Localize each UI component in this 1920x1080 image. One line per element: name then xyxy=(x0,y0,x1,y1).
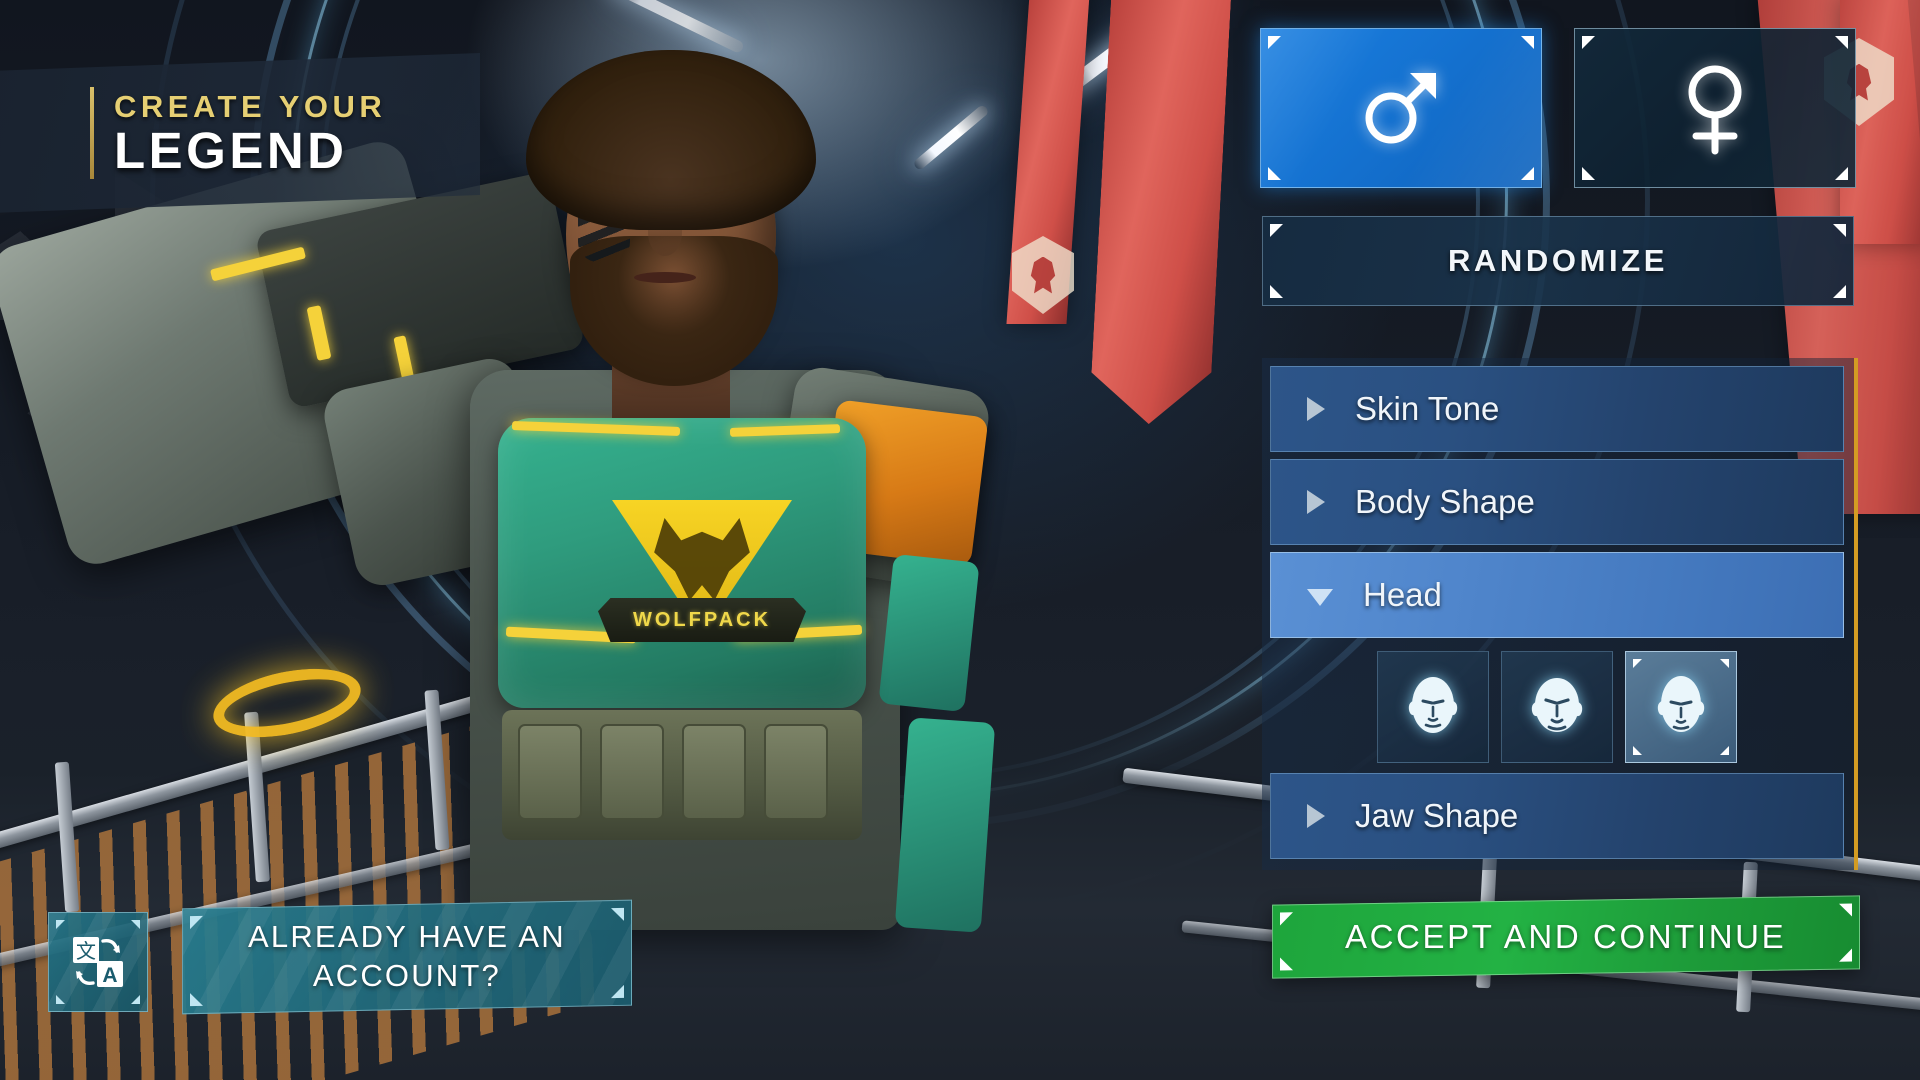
already-have-account-label: ALREADY HAVE AN ACCOUNT? xyxy=(248,918,566,996)
accept-and-continue-label: ACCEPT AND CONTINUE xyxy=(1345,918,1787,955)
page-title-banner: CREATE YOUR LEGEND xyxy=(0,53,480,213)
randomize-label: RANDOMIZE xyxy=(1447,243,1669,278)
language-translate-icon: 文 A xyxy=(73,937,123,987)
gender-option-male[interactable] xyxy=(1260,28,1542,188)
character-hair xyxy=(526,50,816,230)
svg-text:文: 文 xyxy=(76,939,96,963)
triangle-right-icon xyxy=(1307,490,1325,514)
option-label-skin-tone: Skin Tone xyxy=(1355,390,1500,427)
gender-selector xyxy=(1260,28,1856,188)
mars-symbol-icon xyxy=(1365,73,1436,144)
triangle-down-icon xyxy=(1307,588,1333,606)
head-option-3[interactable] xyxy=(1625,651,1737,763)
character-creation-screen: WOLFPACK CREATE YOUR LEGEND RANDOMIZE Sk… xyxy=(0,0,1920,1080)
face-icon xyxy=(1531,678,1583,732)
option-label-body-shape: Body Shape xyxy=(1355,483,1535,520)
armor-panel xyxy=(878,553,980,713)
head-option-1[interactable] xyxy=(1377,651,1489,763)
armor-panel xyxy=(894,717,996,933)
head-option-2[interactable] xyxy=(1501,651,1613,763)
belt-pouch xyxy=(518,724,582,820)
title-accent-bar xyxy=(90,87,94,179)
accept-and-continue-button[interactable]: ACCEPT AND CONTINUE xyxy=(1272,895,1860,979)
option-row-body-shape[interactable]: Body Shape xyxy=(1270,459,1844,545)
option-label-head: Head xyxy=(1363,576,1442,613)
emblem-label: WOLFPACK xyxy=(632,608,772,631)
language-button[interactable]: 文 A xyxy=(48,912,148,1012)
customization-panel: RANDOMIZE Skin Tone Body Shape Head Jaw … xyxy=(1258,28,1858,908)
face-icon xyxy=(1657,676,1705,732)
emblem-ribbon: WOLFPACK xyxy=(598,598,806,642)
account-line-1: ALREADY HAVE AN xyxy=(248,919,566,955)
page-title-line2: LEGEND xyxy=(114,121,348,179)
faction-emblem: WOLFPACK xyxy=(598,500,806,690)
triangle-right-icon xyxy=(1307,397,1325,421)
already-have-account-button[interactable]: ALREADY HAVE AN ACCOUNT? xyxy=(182,899,632,1015)
belt-pouch xyxy=(600,724,664,820)
triangle-right-icon xyxy=(1307,804,1325,828)
gender-option-female[interactable] xyxy=(1574,28,1856,188)
belt-pouch xyxy=(764,724,828,820)
belt-pouch xyxy=(682,724,746,820)
head-thumbnail-row xyxy=(1270,645,1844,773)
venus-symbol-icon xyxy=(1688,65,1742,155)
page-title-line1: CREATE YOUR xyxy=(114,88,387,124)
character-belt xyxy=(502,710,862,840)
option-row-head[interactable]: Head xyxy=(1270,552,1844,638)
option-row-jaw-shape[interactable]: Jaw Shape xyxy=(1270,773,1844,859)
face-icon xyxy=(1408,677,1458,733)
option-label-jaw-shape: Jaw Shape xyxy=(1355,797,1519,834)
customization-options-list: Skin Tone Body Shape Head Jaw Shape xyxy=(1262,358,1858,870)
character-mouth xyxy=(634,272,696,283)
account-line-2: ACCOUNT? xyxy=(312,958,502,994)
option-row-skin-tone[interactable]: Skin Tone xyxy=(1270,366,1844,452)
svg-text:A: A xyxy=(102,964,117,987)
randomize-button[interactable]: RANDOMIZE xyxy=(1262,216,1854,306)
